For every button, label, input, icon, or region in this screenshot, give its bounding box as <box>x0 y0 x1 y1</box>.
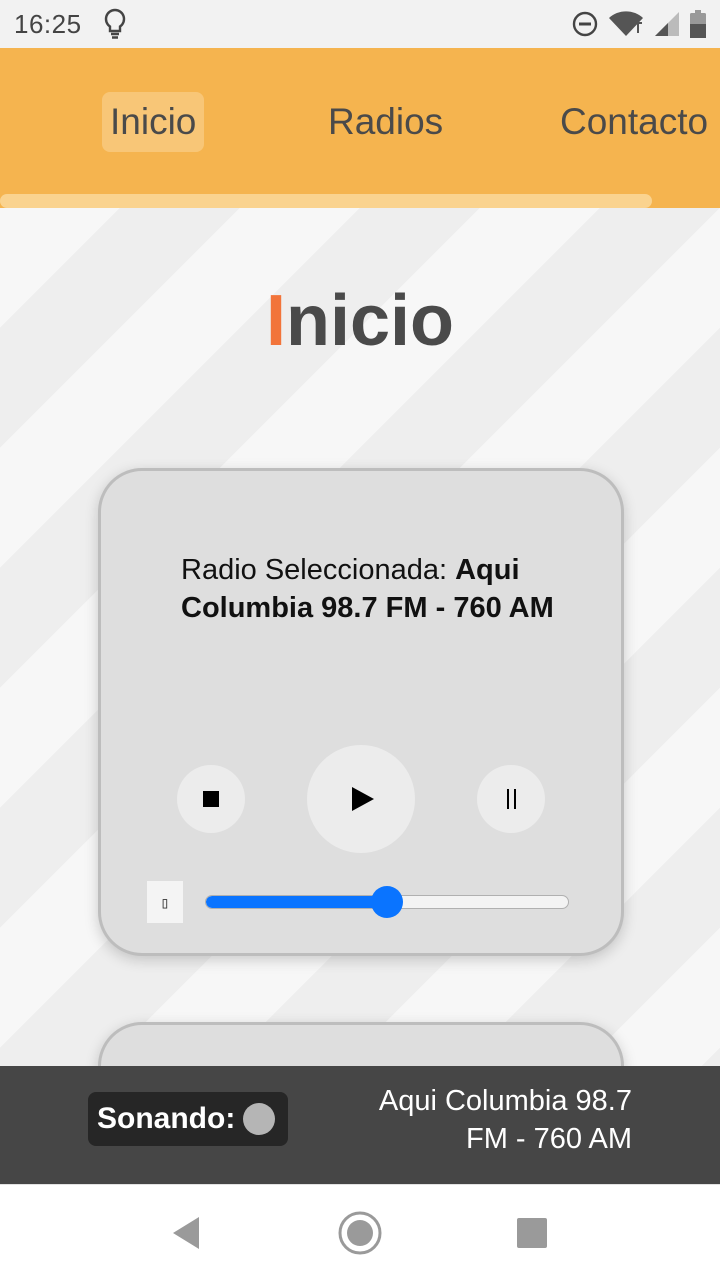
nav-item-contacto[interactable]: Contacto <box>552 92 716 152</box>
battery-icon <box>690 10 706 38</box>
wifi-icon <box>608 11 644 37</box>
selected-radio-text: Radio Seleccionada: Aqui Columbia 98.7 F… <box>181 551 561 627</box>
pause-icon <box>506 789 516 809</box>
radio-card <box>98 1022 624 1066</box>
now-playing-badge[interactable]: Sonando: <box>88 1092 288 1146</box>
selected-radio-label: Radio Seleccionada: <box>181 554 456 586</box>
do-not-disturb-icon <box>572 11 598 37</box>
status-dot-icon <box>243 1103 276 1135</box>
status-time: 16:25 <box>14 8 82 39</box>
volume-slider-fill <box>206 896 388 908</box>
play-icon <box>352 787 374 811</box>
signal-icon <box>654 11 680 37</box>
main-content: Inicio Radio Seleccionada: Aqui Columbia… <box>0 208 720 1066</box>
stop-icon <box>203 791 219 807</box>
now-playing-label: Sonando: <box>97 1102 236 1135</box>
status-bar: 16:25 <box>0 0 720 48</box>
nav-item-inicio[interactable]: Inicio <box>102 92 205 152</box>
now-playing-station: Aqui Columbia 98.7 FM - 760 AM <box>378 1085 632 1155</box>
play-button[interactable] <box>307 745 415 853</box>
page-title-accent: I <box>265 281 286 361</box>
top-nav: Inicio Radios Contacto <box>0 48 720 208</box>
page-title: Inicio <box>0 280 720 362</box>
nav-scrollbar[interactable] <box>0 194 652 208</box>
home-icon[interactable] <box>336 1209 384 1257</box>
player-card: Radio Seleccionada: Aqui Columbia 98.7 F… <box>98 468 624 956</box>
back-icon[interactable] <box>162 1209 210 1257</box>
stop-button[interactable] <box>177 765 245 833</box>
lightbulb-icon <box>102 8 128 40</box>
android-nav-bar <box>0 1184 720 1280</box>
page-title-rest: nicio <box>286 281 455 361</box>
recents-icon[interactable] <box>508 1209 556 1257</box>
volume-icon: ▯ <box>147 881 183 923</box>
nav-item-radios[interactable]: Radios <box>320 92 451 152</box>
now-playing-bar: Sonando: Aqui Columbia 98.7 FM - 760 AM <box>0 1066 720 1184</box>
pause-button[interactable] <box>477 765 545 833</box>
volume-slider-thumb[interactable] <box>371 886 403 918</box>
